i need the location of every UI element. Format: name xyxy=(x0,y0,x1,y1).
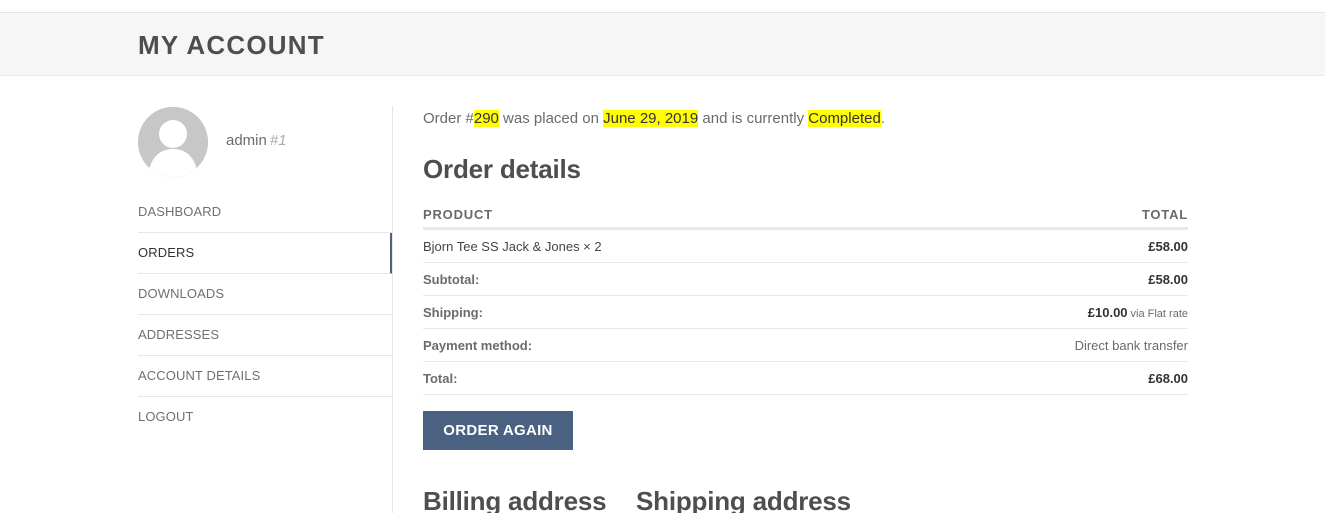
nav-item-dashboard[interactable]: DASHBOARD xyxy=(138,192,393,233)
column-header-product: PRODUCT xyxy=(423,207,493,222)
table-row: Subtotal: £58.00 xyxy=(423,263,1188,296)
order-status: Completed xyxy=(808,110,881,127)
nav-item-orders[interactable]: ORDERS xyxy=(138,233,393,274)
account-sidebar: admin #1 DASHBOARD ORDERS DOWNLOADS ADDRE… xyxy=(138,76,393,513)
page-title: MY ACCOUNT xyxy=(138,30,325,60)
top-border xyxy=(0,0,1325,13)
user-id: #1 xyxy=(269,132,287,149)
nav-item-account-details[interactable]: ACCOUNT DETAILS xyxy=(138,356,393,397)
shipping-value: £10.00 xyxy=(1087,304,1128,320)
notice-suffix: . xyxy=(880,110,885,127)
subtotal-label: Subtotal: xyxy=(423,271,480,287)
notice-mid1: was placed on xyxy=(498,110,604,127)
order-status-notice: Order #290 was placed on June 29, 2019 a… xyxy=(423,110,885,127)
table-header: PRODUCT TOTAL xyxy=(423,202,1188,230)
table-row: Shipping: £10.00 via Flat rate xyxy=(423,296,1188,329)
order-again-button[interactable]: ORDER AGAIN xyxy=(423,411,573,450)
total-value: £68.00 xyxy=(1148,370,1188,386)
subtotal-value: £58.00 xyxy=(1148,271,1188,287)
order-number: 290 xyxy=(473,110,499,127)
shipping-value-wrap: £10.00 via Flat rate xyxy=(1088,305,1188,320)
user-name-label: admin #1 xyxy=(226,132,287,149)
nav-item-addresses[interactable]: ADDRESSES xyxy=(138,315,393,356)
shipping-address-title: Shipping address xyxy=(636,486,851,513)
payment-method-label: Payment method: xyxy=(423,337,533,353)
shipping-label: Shipping: xyxy=(423,304,483,320)
user-avatar-icon xyxy=(138,107,208,177)
notice-prefix: Order # xyxy=(423,110,474,127)
product-name-link[interactable]: Bjorn Tee SS Jack & Jones × 2 xyxy=(423,239,602,254)
nav-item-downloads[interactable]: DOWNLOADS xyxy=(138,274,393,315)
nav-item-logout[interactable]: LOGOUT xyxy=(138,397,393,438)
column-header-total: TOTAL xyxy=(1141,207,1188,222)
shipping-method-note: via Flat rate xyxy=(1130,307,1188,320)
table-row: Bjorn Tee SS Jack & Jones × 2 £58.00 xyxy=(423,230,1188,263)
order-details-table: PRODUCT TOTAL Bjorn Tee SS Jack & Jones … xyxy=(423,202,1188,395)
billing-address-title: Billing address xyxy=(423,486,607,513)
payment-method-value: Direct bank transfer xyxy=(1074,337,1188,353)
username: admin xyxy=(226,132,267,149)
total-label: Total: xyxy=(423,370,458,386)
page-header: MY ACCOUNT xyxy=(0,13,1325,76)
order-date: June 29, 2019 xyxy=(603,110,699,127)
sidebar-divider xyxy=(392,106,393,513)
product-total: £58.00 xyxy=(1148,238,1188,254)
avatar xyxy=(138,107,208,177)
table-row: Total: £68.00 xyxy=(423,362,1188,395)
notice-mid2: and is currently xyxy=(698,110,809,127)
table-row: Payment method: Direct bank transfer xyxy=(423,329,1188,362)
order-details-title: Order details xyxy=(423,154,581,184)
account-navigation: DASHBOARD ORDERS DOWNLOADS ADDRESSES ACC… xyxy=(138,192,393,438)
account-content: admin #1 DASHBOARD ORDERS DOWNLOADS ADDRE… xyxy=(0,76,1325,513)
